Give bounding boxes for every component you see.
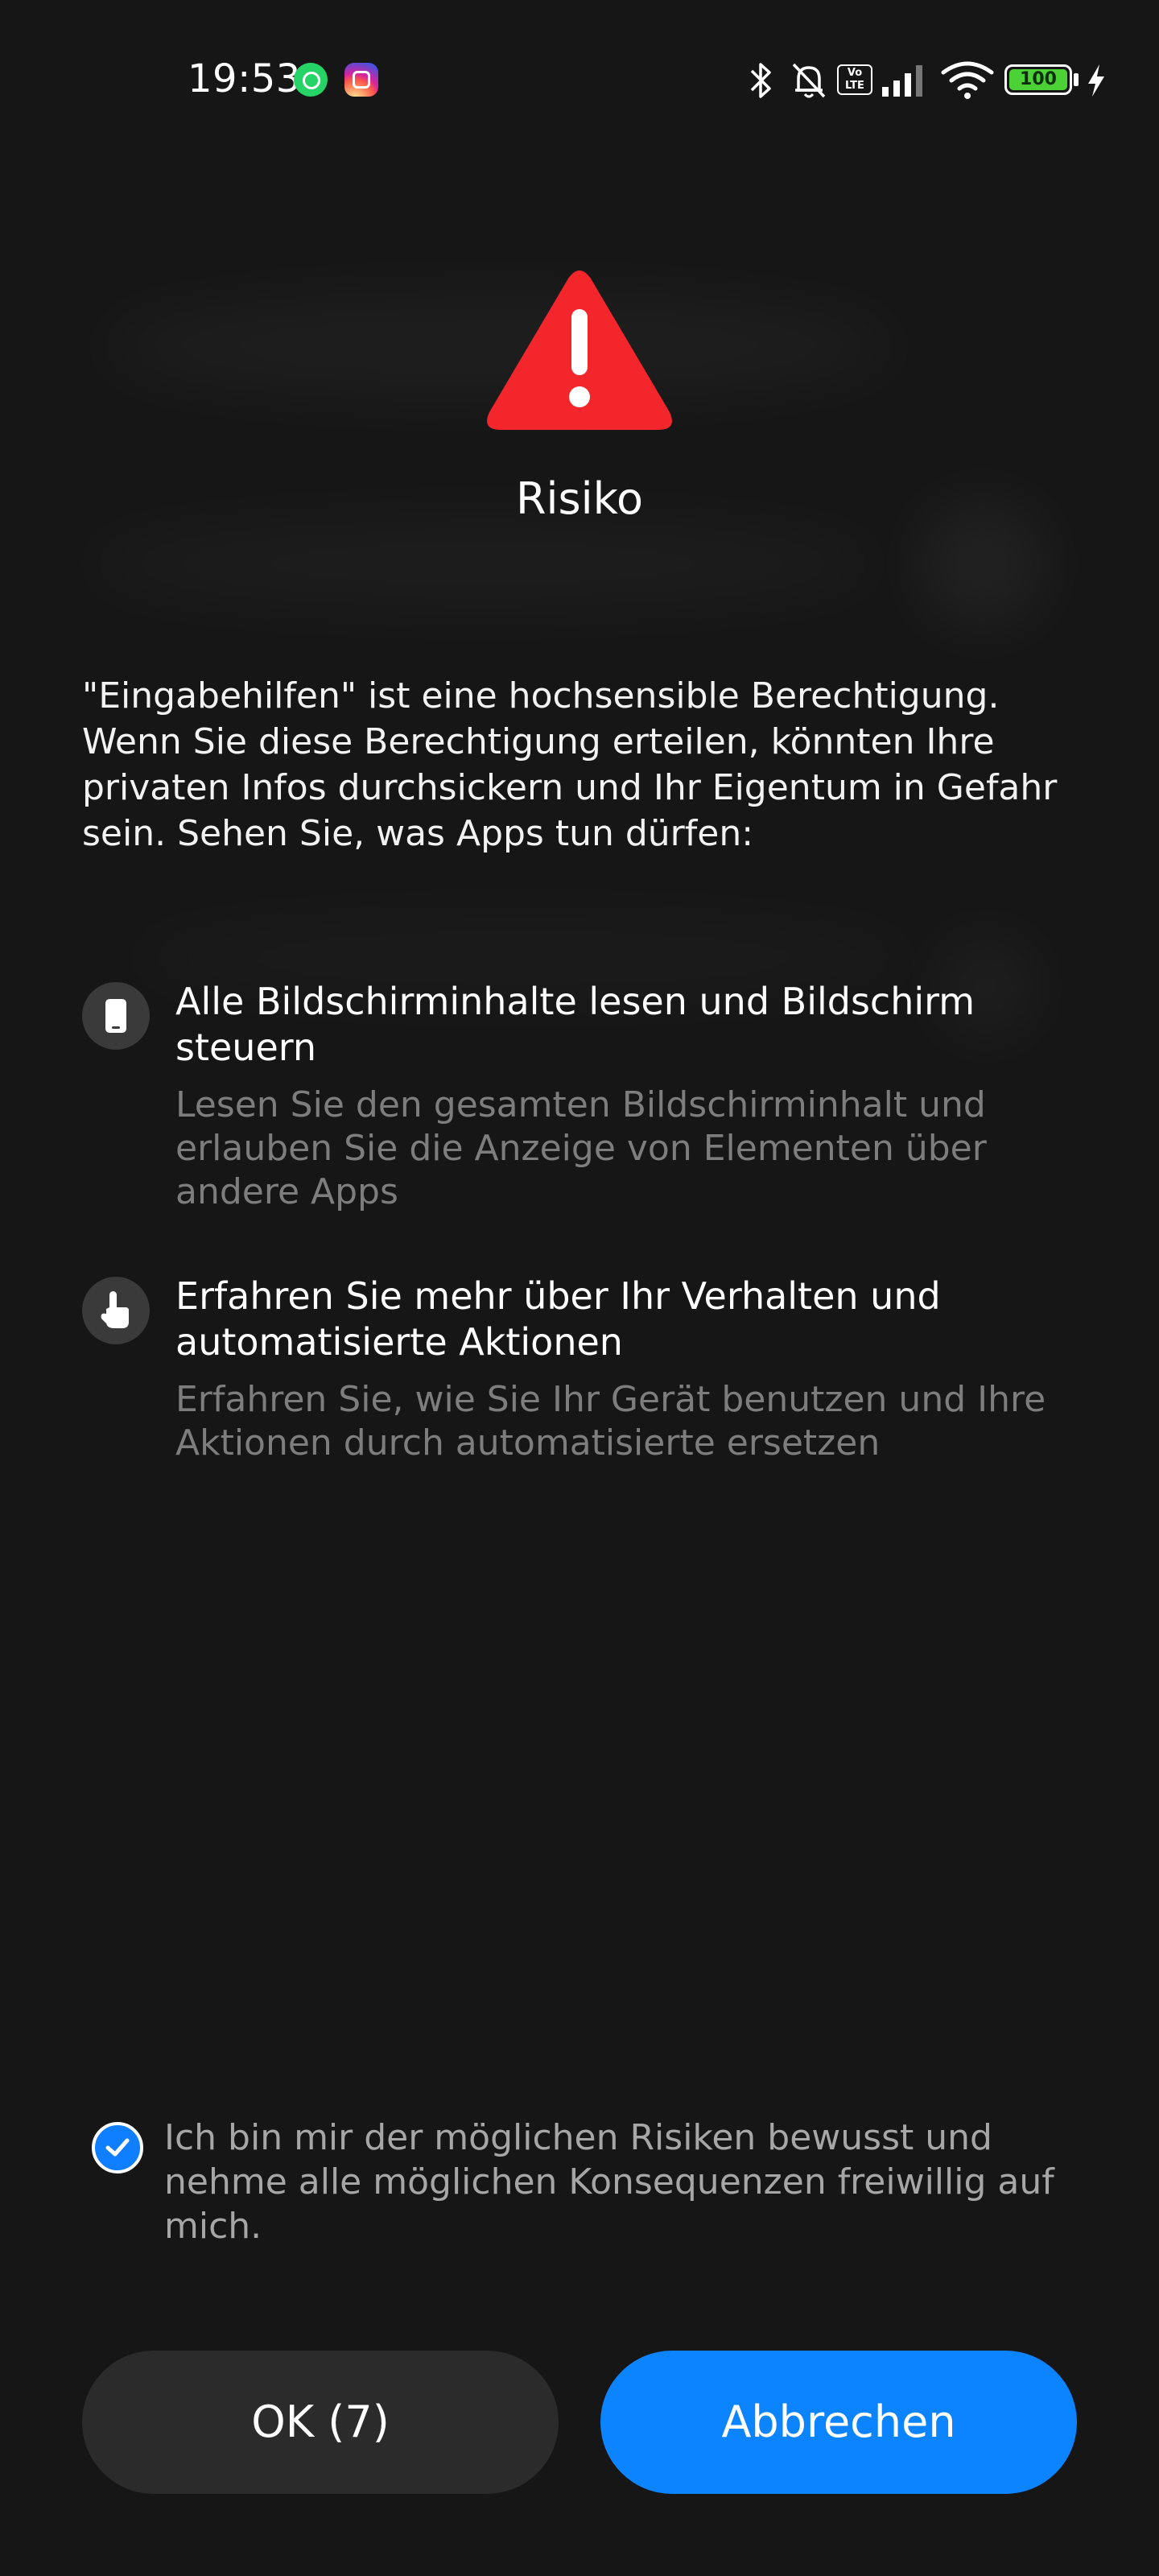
battery-level: 100	[1009, 69, 1067, 90]
wifi-icon	[941, 61, 994, 99]
instagram-icon	[344, 63, 378, 97]
battery-cap	[1074, 73, 1079, 86]
hand-pointer-icon	[82, 1277, 150, 1344]
cancel-button[interactable]: Abbrechen	[600, 2351, 1077, 2494]
signal-icon	[882, 65, 922, 97]
consent-checkbox[interactable]	[92, 2122, 143, 2174]
permission-description: Erfahren Sie, wie Sie Ihr Gerät benutzen…	[175, 1379, 1046, 1463]
permission-description: Lesen Sie den gesamten Bildschirminhalt …	[175, 1084, 987, 1212]
status-time: 19:53	[188, 56, 301, 101]
status-bar: 19:53 Vo LTE 100	[0, 0, 1159, 161]
ok-button[interactable]: OK (7)	[82, 2351, 559, 2494]
consent-text: Ich bin mir der möglichen Risiken bewuss…	[164, 2117, 1054, 2247]
charging-icon	[1088, 64, 1104, 97]
warning-triangle-icon	[487, 270, 672, 430]
whatsapp-icon	[294, 63, 328, 97]
intro-text: "Eingabehilfen" ist eine hochsensible Be…	[82, 675, 1058, 854]
background-glow	[80, 515, 885, 612]
volte-icon: Vo LTE	[837, 64, 872, 95]
bluetooth-icon	[750, 63, 771, 98]
permission-risk-screen: 19:53 Vo LTE 100 Risiko "Eingabehilfen" …	[0, 0, 1159, 2576]
checkmark-icon	[105, 2138, 130, 2157]
bell-off-icon	[792, 63, 826, 98]
permission-title: Erfahren Sie mehr über Ihr Verhalten und…	[175, 1274, 941, 1364]
battery-icon: 100	[1004, 64, 1072, 95]
permission-title: Alle Bildschirminhalte lesen und Bildsch…	[175, 980, 975, 1069]
dialog-title: Risiko	[515, 473, 644, 524]
phone-screen-icon	[82, 982, 150, 1050]
